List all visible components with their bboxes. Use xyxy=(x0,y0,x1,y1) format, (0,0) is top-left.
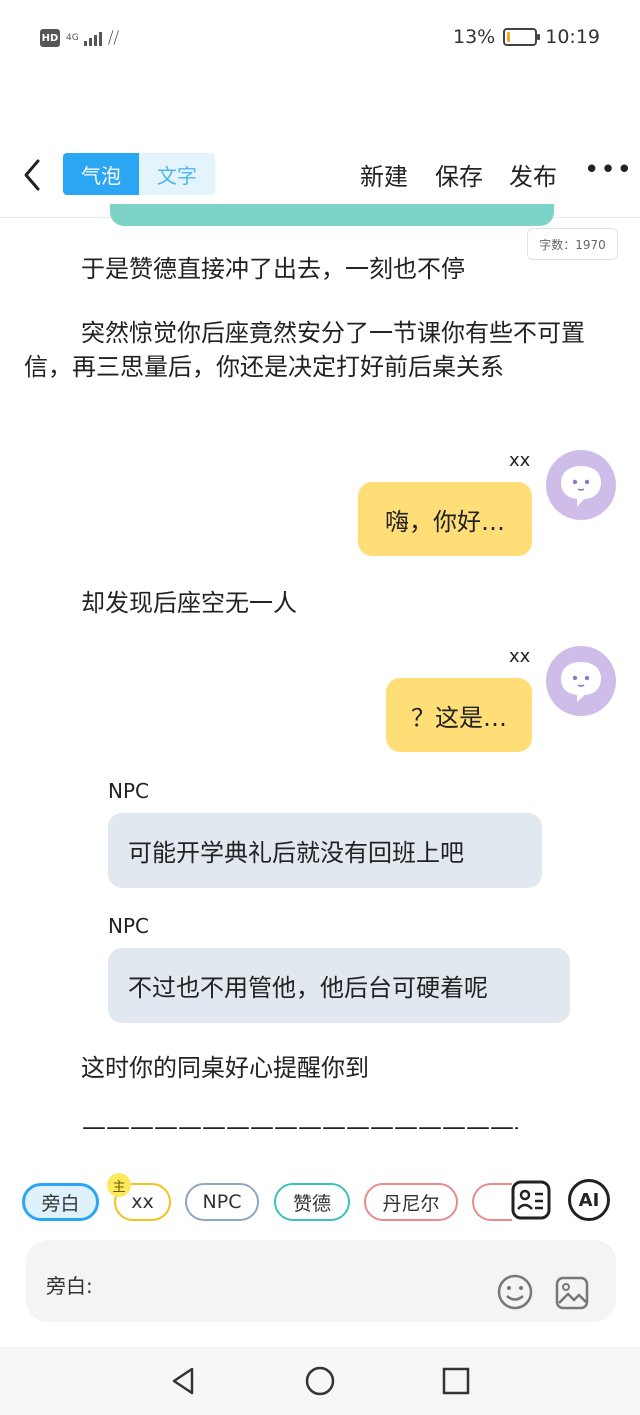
narration-divider-text[interactable]: —————————————————————— xyxy=(82,1113,518,1141)
role-card-icon[interactable] xyxy=(510,1179,552,1221)
chat-bubble-right[interactable]: 嗨，你好… xyxy=(358,482,532,556)
character-chip-partial[interactable] xyxy=(472,1183,512,1221)
emoji-icon[interactable] xyxy=(496,1273,534,1311)
new-button[interactable]: 新建 xyxy=(360,157,408,192)
status-left: HD 4G ⧸⧸ xyxy=(40,28,119,48)
home-circle-icon[interactable] xyxy=(304,1365,336,1397)
speaker-name: NPC xyxy=(108,914,149,938)
status-bar: HD 4G ⧸⧸ 13% 10:19 xyxy=(0,0,640,80)
narration-text[interactable]: 这时你的同桌好心提醒你到 xyxy=(24,1051,616,1085)
input-speaker-label: 旁白: xyxy=(46,1274,93,1298)
system-nav-bar xyxy=(0,1347,640,1415)
network-type: 4G xyxy=(66,32,79,43)
speaker-name: xx xyxy=(509,646,531,667)
save-button[interactable]: 保存 xyxy=(435,157,483,192)
battery-percent: 13% xyxy=(453,26,496,48)
back-triangle-icon[interactable] xyxy=(168,1365,200,1397)
chevron-left-icon[interactable] xyxy=(18,155,48,195)
ai-icon[interactable]: AI xyxy=(568,1179,610,1221)
speaker-name: NPC xyxy=(108,779,149,803)
narration-text[interactable]: 于是赞德直接冲了出去，一刻也不停 xyxy=(24,252,616,286)
main-role-badge: 主 xyxy=(107,1173,131,1197)
chat-face-icon xyxy=(560,465,602,507)
chat-face-icon xyxy=(560,661,602,703)
character-chip-daniel[interactable]: 丹尼尔 xyxy=(364,1183,458,1221)
speaker-name: xx xyxy=(509,450,531,471)
image-icon[interactable] xyxy=(554,1275,590,1311)
hd-badge: HD xyxy=(40,29,60,47)
mode-toggle: 气泡 文字 xyxy=(63,153,215,195)
battery-icon xyxy=(503,28,541,46)
clock: 10:19 xyxy=(545,26,600,48)
data-sync-icon: ⧸⧸ xyxy=(108,28,119,47)
character-chip-narrator[interactable]: 旁白 xyxy=(22,1183,99,1221)
partial-bubble xyxy=(110,204,554,226)
character-chip-zande[interactable]: 赞德 xyxy=(274,1183,350,1221)
narration-text[interactable]: 突然惊觉你后座竟然安分了一节课你有些不可置信，再三思量后，你还是决定打好前后桌关… xyxy=(24,316,616,384)
publish-button[interactable]: 发布 xyxy=(509,157,557,192)
recent-square-icon[interactable] xyxy=(440,1365,472,1397)
avatar[interactable] xyxy=(546,646,616,716)
more-horizontal-icon[interactable]: ••• xyxy=(584,157,633,183)
character-chip-npc[interactable]: NPC xyxy=(185,1183,259,1221)
chat-bubble-right[interactable]: ？这是… xyxy=(386,678,532,752)
chat-bubble-left[interactable]: 可能开学典礼后就没有回班上吧 xyxy=(108,813,542,888)
tab-text[interactable]: 文字 xyxy=(139,153,215,195)
avatar[interactable] xyxy=(546,450,616,520)
status-right: 13% 10:19 xyxy=(453,26,600,48)
message-input[interactable]: 旁白: xyxy=(26,1240,616,1322)
signal-icon xyxy=(84,30,102,46)
character-bar: 旁白 xx 主 NPC 赞德 丹尼尔 AI xyxy=(0,1162,640,1242)
tab-bubble[interactable]: 气泡 xyxy=(63,153,139,195)
chat-bubble-left[interactable]: 不过也不用管他，他后台可硬着呢 xyxy=(108,948,570,1023)
narration-text[interactable]: 却发现后座空无一人 xyxy=(24,586,616,620)
